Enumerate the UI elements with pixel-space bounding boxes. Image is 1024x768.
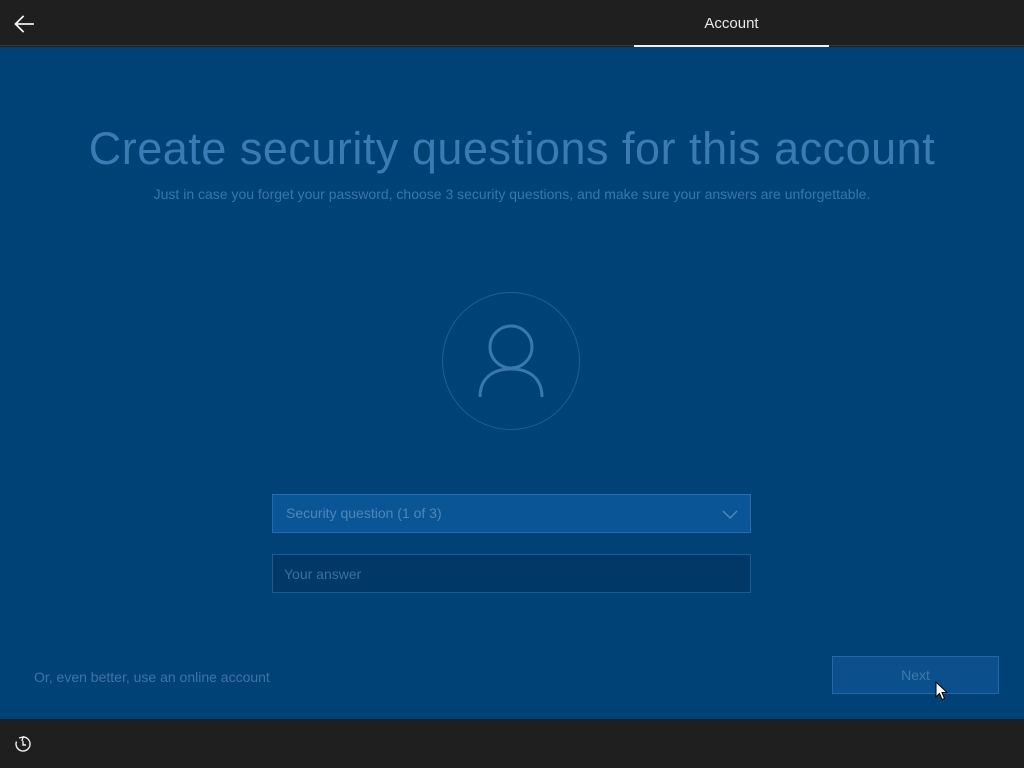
next-button[interactable]: Next: [832, 656, 999, 694]
answer-input[interactable]: [272, 554, 751, 593]
tab-account[interactable]: Account: [634, 0, 829, 47]
security-question-selected: Security question (1 of 3): [286, 505, 442, 521]
tab-account-label: Account: [704, 15, 759, 32]
chevron-down-icon: [722, 510, 738, 520]
top-bar: Account: [0, 0, 1024, 47]
page-title: Create security questions for this accou…: [88, 123, 936, 174]
security-question-dropdown[interactable]: Security question (1 of 3): [272, 494, 751, 533]
user-icon: [478, 324, 544, 398]
ease-of-access-button[interactable]: [12, 733, 34, 755]
mouse-cursor-icon: [935, 681, 949, 701]
arrow-left-icon: [14, 15, 34, 33]
back-button[interactable]: [8, 8, 40, 40]
page-subtitle: Just in case you forget your password, c…: [153, 186, 871, 202]
online-account-link[interactable]: Or, even better, use an online account: [34, 669, 270, 685]
main-panel: Create security questions for this accou…: [0, 47, 1024, 719]
avatar: [442, 292, 580, 430]
bottom-bar: [0, 719, 1024, 768]
ease-of-access-icon: [15, 736, 31, 752]
